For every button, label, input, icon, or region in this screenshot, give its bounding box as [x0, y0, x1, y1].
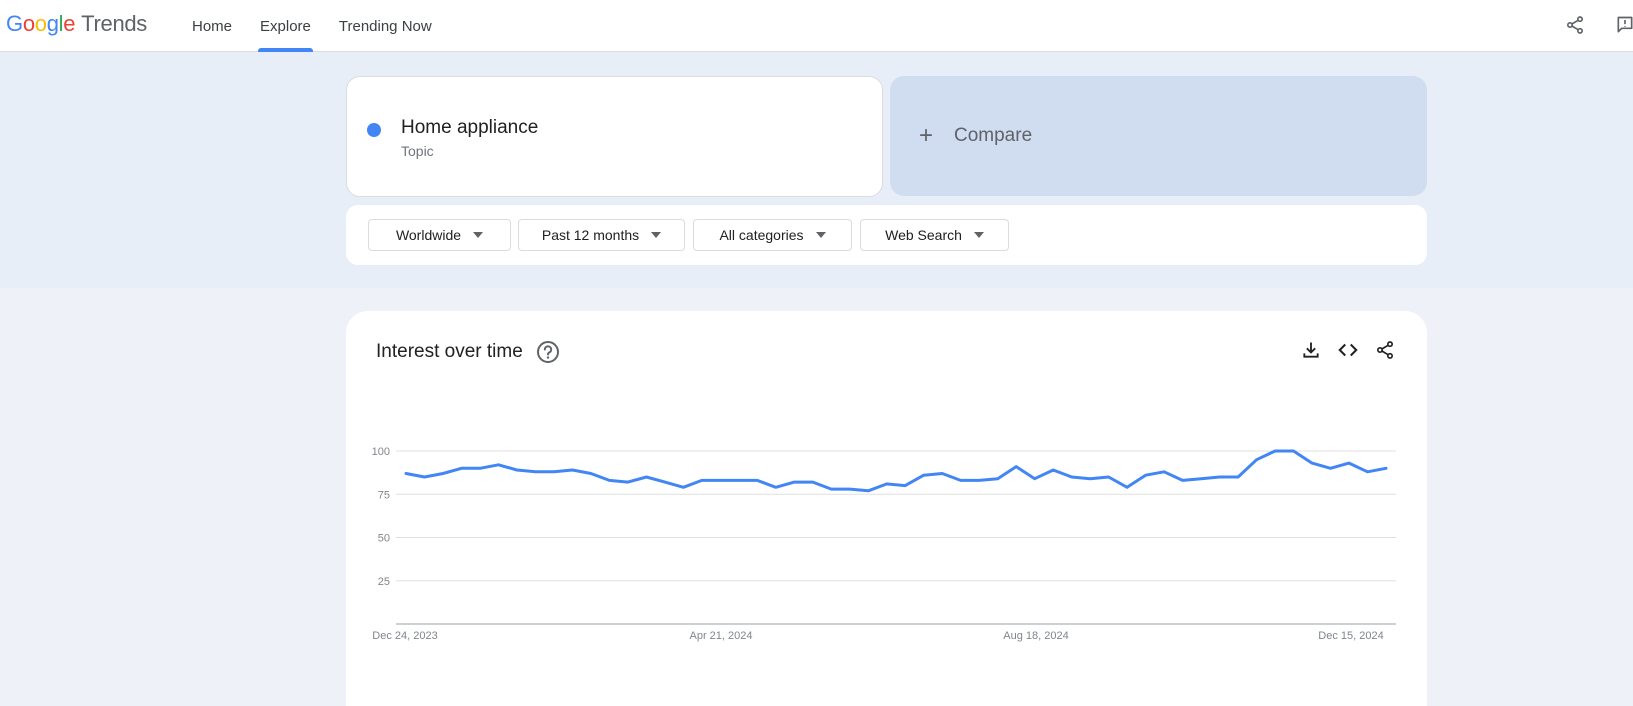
filter-region[interactable]: Worldwide — [368, 219, 511, 251]
share-icon[interactable] — [1560, 10, 1590, 40]
filter-time-label: Past 12 months — [541, 227, 640, 243]
x-tick-label: Aug 18, 2024 — [1003, 630, 1068, 642]
filter-region-label: Worldwide — [395, 227, 462, 243]
filter-time-range[interactable]: Past 12 months — [518, 219, 685, 251]
nav-trending-now[interactable]: Trending Now — [325, 0, 446, 52]
y-tick-label: 50 — [378, 533, 390, 545]
caret-down-icon — [651, 232, 662, 238]
x-tick-label: Dec 15, 2024 — [1318, 630, 1383, 642]
caret-down-icon — [973, 232, 984, 238]
x-tick-label: Apr 21, 2024 — [690, 630, 753, 642]
interest-line-chart: 100 75 50 25 Dec 24, 2023 Apr 21, 2024 Aug 18,… — [372, 446, 1396, 642]
compare-label: Compare — [954, 125, 1033, 146]
plus-icon: + — [918, 122, 933, 149]
filter-category-label: All categories — [719, 227, 804, 243]
feedback-icon[interactable] — [1610, 10, 1633, 40]
main-nav: Home Explore Trending Now — [178, 0, 446, 52]
filter-search-type-label: Web Search — [885, 227, 962, 243]
compare-button[interactable]: + Compare — [890, 76, 1427, 196]
nav-explore[interactable]: Explore — [246, 0, 325, 52]
logo-trends: Trends — [81, 11, 148, 36]
logo-google: Google — [6, 11, 76, 36]
google-trends-logo[interactable]: Google Trends — [6, 11, 147, 39]
interest-over-time-card: Interest over time 100 75 50 25 Dec 24, 2023… — [346, 311, 1427, 706]
y-tick-label: 75 — [378, 489, 390, 501]
caret-down-icon — [815, 232, 826, 238]
caret-down-icon — [473, 232, 484, 238]
y-tick-label: 100 — [372, 446, 390, 458]
top-bar: Google Trends Home Explore Trending Now — [0, 0, 1633, 52]
term-color-dot — [367, 123, 381, 137]
filter-bar: Worldwide Past 12 months All categories … — [346, 205, 1427, 265]
filter-search-type[interactable]: Web Search — [860, 219, 1009, 251]
term-type: Topic — [401, 143, 434, 159]
nav-home[interactable]: Home — [178, 0, 246, 52]
term-title: Home appliance — [401, 117, 539, 138]
series-line — [404, 449, 1388, 493]
x-tick-label: Dec 24, 2023 — [372, 630, 437, 642]
search-term-card[interactable]: Home appliance Topic — [346, 76, 883, 197]
filter-category[interactable]: All categories — [693, 219, 852, 251]
y-tick-label: 25 — [378, 576, 390, 588]
